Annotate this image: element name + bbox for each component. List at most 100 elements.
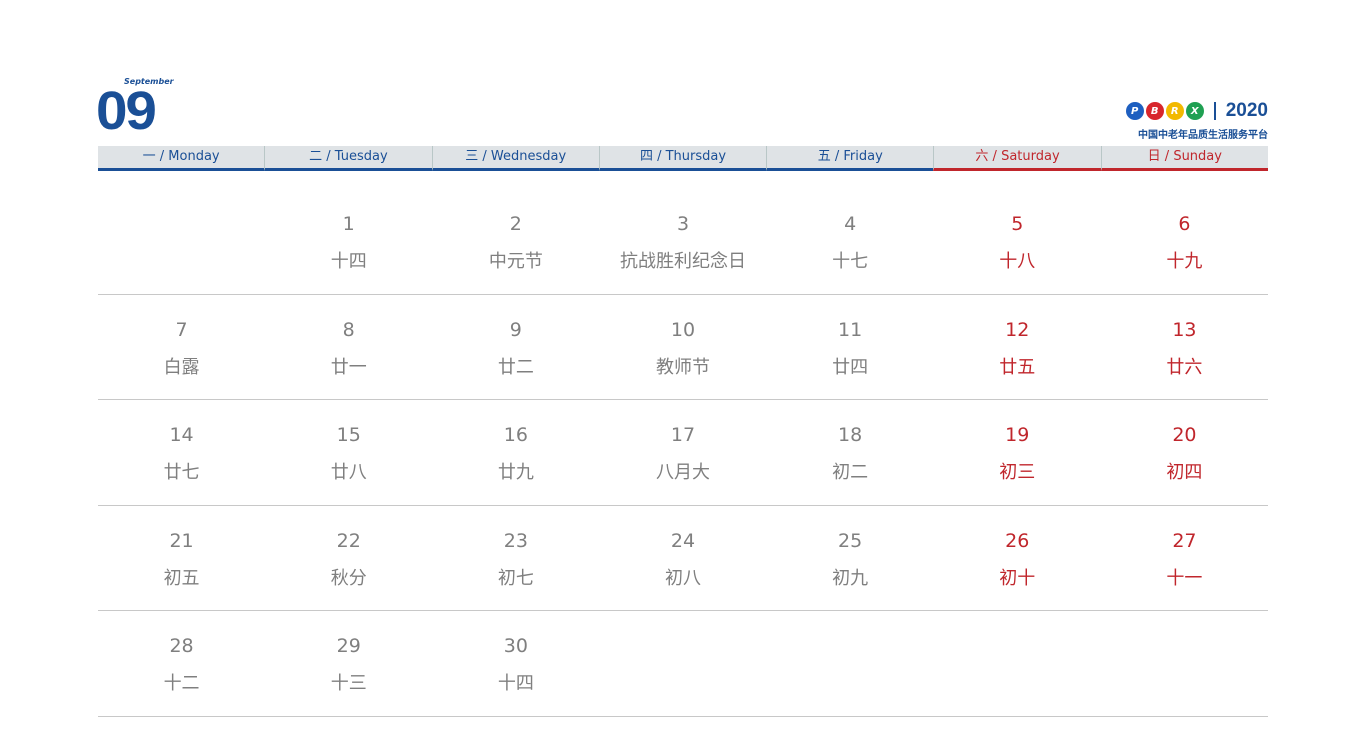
day-cell[interactable]: 29 十三 [265,611,432,716]
day-number: 8 [342,318,355,341]
lunar-date: 廿四 [832,356,869,378]
day-cell[interactable]: 28 十二 [98,611,265,716]
month-number: 09 [96,81,157,141]
day-cell [1101,611,1268,716]
weekday-4: 五 / Friday [766,146,934,171]
day-cell[interactable]: 16 廿九 [432,400,599,505]
day-cell [934,611,1101,716]
day-cell[interactable]: 23 初七 [432,506,599,611]
lunar-date: 十七 [832,251,869,272]
lunar-date: 廿二 [497,356,534,378]
day-number: 27 [1172,529,1197,552]
lunar-date: 初十 [999,567,1036,589]
day-cell[interactable]: 26 初十 [934,506,1101,611]
lunar-date: 十四 [497,673,534,694]
lunar-date: 初九 [832,567,869,589]
logo-divider [1213,102,1216,120]
day-number: 3 [676,213,690,235]
logo-dot: B [1145,102,1164,120]
day-number: 18 [838,424,863,446]
day-cell[interactable]: 14 廿七 [98,400,265,505]
day-cell[interactable]: 15 廿八 [265,400,432,505]
lunar-date: 教师节 [655,356,710,378]
day-number: 11 [838,318,863,341]
day-cell[interactable]: 1 十四 [265,189,432,294]
day-cell[interactable]: 19 初三 [934,400,1101,505]
lunar-date: 廿八 [330,462,367,483]
lunar-date: 初七 [497,567,534,589]
day-number: 21 [169,529,194,552]
logo-dot: P [1125,102,1144,120]
day-number: 24 [670,529,696,552]
day-cell[interactable]: 13 廿六 [1101,295,1268,400]
lunar-date: 抗战胜利纪念日 [619,251,746,272]
day-cell[interactable]: 11 廿四 [767,295,934,400]
day-number: 5 [1011,213,1024,235]
day-cell [98,189,265,294]
week-row: 28 十二 29 十三 30 十四 [98,611,1268,717]
week-row: 1 十四 2 中元节 3 抗战胜利纪念日 4 十七 5 十八 6 十九 [98,189,1268,295]
lunar-date: 廿五 [999,356,1036,378]
day-number [767,635,934,659]
weekday-2: 三 / Wednesday [431,146,599,171]
week-row: 7 白露 8 廿一 9 廿二 10 教师节 11 廿四 12 廿五 13 廿六 [98,295,1268,400]
day-number: 2 [509,213,522,235]
day-cell[interactable]: 5 十八 [934,189,1101,294]
lunar-date: 廿七 [163,462,200,483]
day-cell[interactable]: 27 十一 [1101,506,1268,611]
day-cell[interactable]: 12 廿五 [934,295,1101,400]
day-number: 14 [169,424,194,446]
day-cell[interactable]: 3 抗战胜利纪念日 [599,189,766,294]
weekday-3: 四 / Thursday [598,146,767,171]
day-number: 12 [1005,318,1030,341]
day-cell[interactable]: 4 十七 [767,189,934,294]
day-cell[interactable]: 8 廿一 [265,295,432,400]
day-cell[interactable]: 21 初五 [98,506,265,611]
day-cell[interactable]: 18 初二 [767,400,934,505]
day-number: 15 [336,424,361,446]
day-cell[interactable]: 30 十四 [432,611,599,716]
day-number: 7 [175,318,188,341]
lunar-date: 八月大 [655,462,710,483]
day-number: 13 [1172,318,1197,341]
lunar-date: 廿一 [330,356,367,378]
lunar-date: 白露 [163,356,200,378]
day-cell[interactable]: 20 初四 [1101,400,1268,505]
logo-dot: R [1165,102,1184,120]
day-cell[interactable]: 17 八月大 [599,400,766,505]
day-number: 16 [503,424,528,446]
week-row: 14 廿七 15 廿八 16 廿九 17 八月大 18 初二 19 初三 20 初四 [98,400,1268,506]
day-number [98,213,265,237]
day-number: 6 [1178,213,1191,235]
logo-dot: X [1185,102,1204,120]
day-cell[interactable]: 6 十九 [1101,189,1268,294]
lunar-date: 初二 [832,462,869,483]
day-number: 9 [509,318,522,341]
weekday-header: 一 / Monday 二 / Tuesday 三 / Wednesday 四 / Th… [98,146,1268,171]
day-number: 29 [336,635,361,657]
day-number [1101,635,1268,659]
day-number: 4 [844,213,857,235]
day-number: 20 [1172,424,1197,446]
brand-logo: P B R X 2020 [1125,100,1268,122]
day-number: 30 [503,635,528,657]
week-row: 21 初五 22 秋分 23 初七 24 初八 25 初九 26 初十 27 十一 [98,506,1268,611]
day-cell[interactable]: 2 中元节 [432,189,599,294]
day-cell[interactable]: 22 秋分 [265,506,432,611]
day-cell[interactable]: 24 初八 [599,506,766,611]
weekday-1: 二 / Tuesday [264,146,432,171]
lunar-date: 中元节 [488,251,543,272]
day-cell [599,611,766,716]
lunar-date: 廿九 [497,462,534,483]
day-number: 22 [336,529,361,552]
day-number: 23 [503,529,528,552]
slogan: 中国中老年品质生活服务平台 [1138,130,1268,141]
day-cell[interactable]: 25 初九 [767,506,934,611]
weekday-5: 六 / Saturday [933,146,1101,171]
day-number [934,635,1101,659]
day-cell[interactable]: 10 教师节 [599,295,766,400]
lunar-date: 秋分 [330,567,367,589]
weekday-6: 日 / Sunday [1100,146,1268,171]
day-cell[interactable]: 9 廿二 [432,295,599,400]
day-cell[interactable]: 7 白露 [98,295,265,400]
